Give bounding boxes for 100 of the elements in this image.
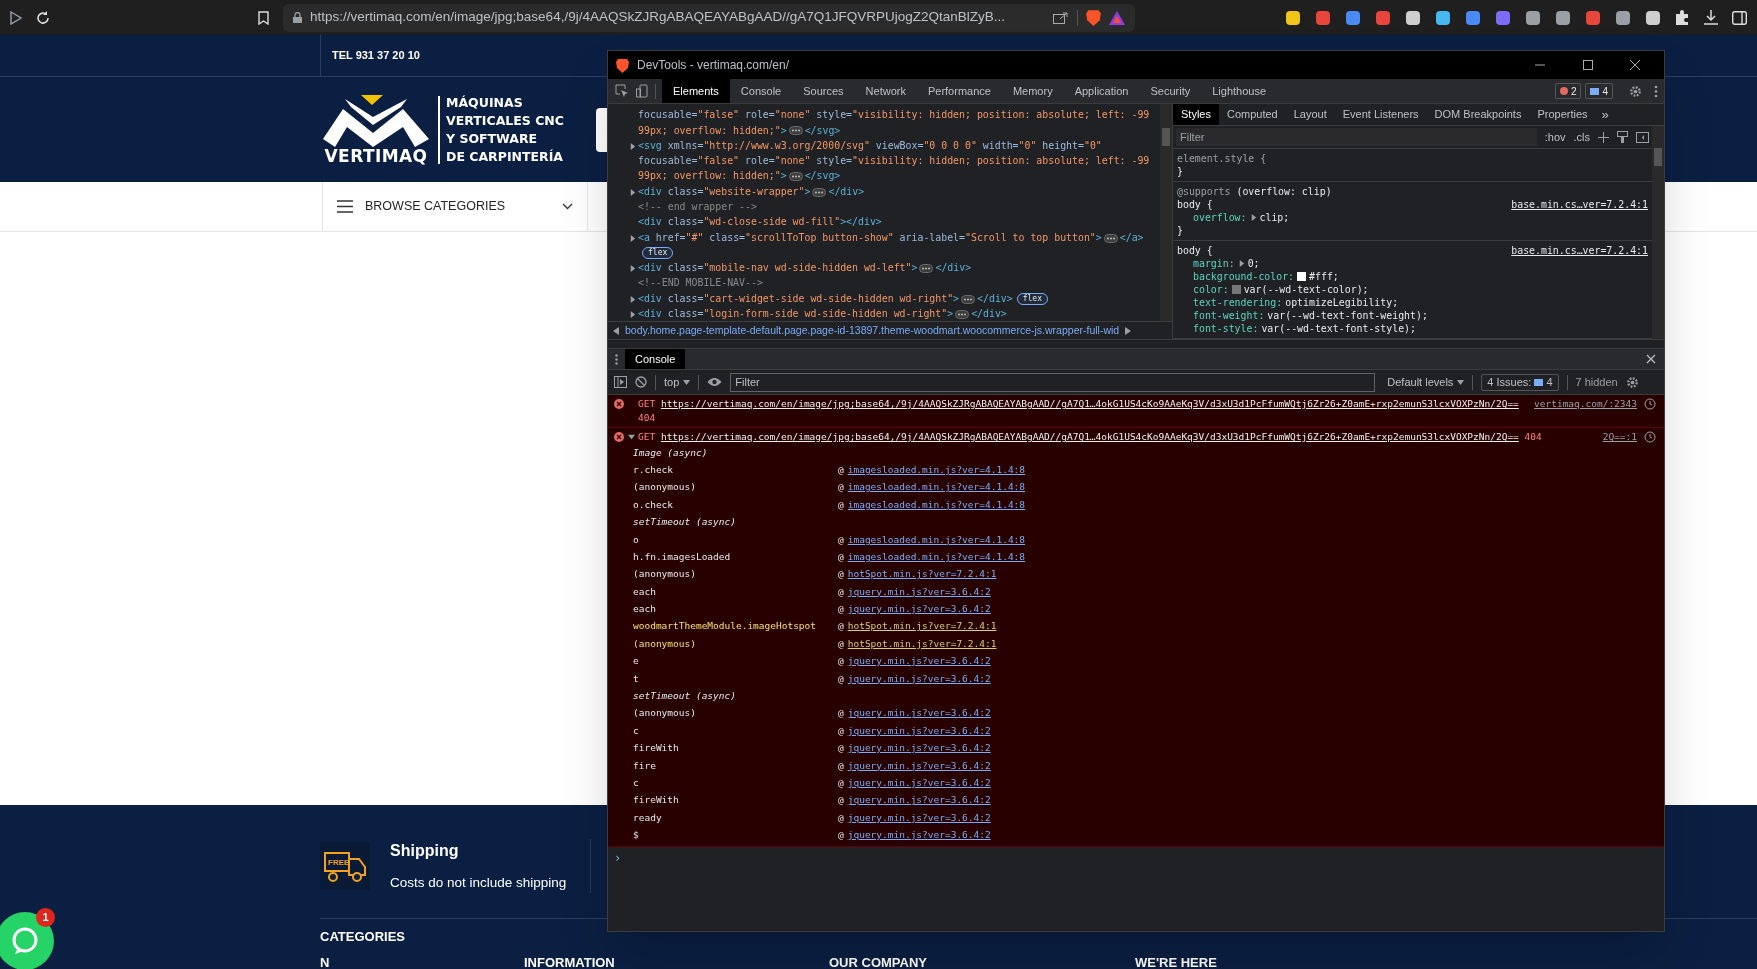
eye-icon[interactable] — [707, 377, 723, 387]
puzzle-icon[interactable] — [1675, 10, 1690, 25]
stack-source-link[interactable]: jquery.min.js?ver=3.6.4:2 — [847, 671, 991, 686]
extension-icon[interactable] — [1435, 9, 1451, 26]
collapsed-arrow-icon[interactable] — [628, 295, 636, 303]
devtools-tab[interactable]: Security — [1139, 79, 1202, 103]
stack-source-link[interactable]: jquery.min.js?ver=3.6.4:2 — [847, 654, 991, 669]
collapsed-arrow-icon[interactable] — [628, 265, 636, 273]
close-icon[interactable] — [1646, 354, 1656, 364]
source-link[interactable]: base.min.cs…ver=7.2.4:1 — [1511, 198, 1648, 211]
collapsed-arrow-icon[interactable] — [1249, 214, 1257, 221]
inspect-icon[interactable] — [615, 84, 629, 98]
message-count-badge[interactable]: 4 — [1585, 83, 1613, 99]
log-levels-dropdown[interactable]: Default levels — [1387, 373, 1465, 391]
hov-toggle[interactable]: :hov — [1544, 128, 1566, 146]
stack-source-link[interactable]: imagesloaded.min.js?ver=4.1.4:8 — [847, 497, 1026, 512]
styles-tab[interactable]: Layout — [1285, 104, 1335, 125]
source-link[interactable]: vertimaq.com/:2343 — [1534, 397, 1637, 411]
share-icon[interactable] — [1053, 11, 1069, 24]
stack-source-link[interactable]: jquery.min.js?ver=3.6.4:2 — [847, 706, 991, 721]
scroll-right-icon[interactable] — [1125, 326, 1132, 335]
logo-drawing[interactable] — [323, 94, 429, 147]
issues-button[interactable]: 4 Issues: 4 — [1481, 373, 1559, 391]
extension-icon[interactable] — [1285, 9, 1301, 26]
console-prompt[interactable]: › — [614, 851, 622, 865]
error-count-badge[interactable]: 2 — [1554, 83, 1582, 99]
ellipsis-icon[interactable] — [955, 310, 970, 319]
request-url-link[interactable]: https://vertimaq.com/en/image/jpg;base64,/9j/4AAQSkZJRgABAQEAYABgAAD//gA7Q1…4okG1US4cKo9AAeKq3V/d3xU3d1PcFfumWQtj6Zr26+Z0amE+rxp2emunS3lcxVOXPzNn/2Q== — [660, 398, 1519, 409]
ellipsis-icon[interactable] — [788, 172, 803, 182]
expanded-arrow-icon[interactable] — [627, 433, 635, 440]
forward-icon[interactable] — [10, 10, 22, 25]
stack-source-link[interactable]: hotSpot.min.js?ver=7.2.4:1 — [847, 567, 997, 582]
context-dropdown[interactable]: top — [664, 373, 691, 391]
stack-source-link[interactable]: imagesloaded.min.js?ver=4.1.4:8 — [847, 480, 1026, 495]
devtools-tab[interactable]: Elements — [662, 79, 730, 103]
ellipsis-icon[interactable] — [919, 264, 934, 274]
color-swatch[interactable] — [1231, 285, 1241, 294]
stack-source-link[interactable]: jquery.min.js?ver=3.6.4:2 — [847, 602, 991, 617]
source-link[interactable]: 2Q==:1 — [1602, 430, 1637, 444]
drawer-menu-icon[interactable] — [615, 353, 618, 365]
stack-source-link[interactable]: hotSpot.min.js?ver=7.2.4:1 — [847, 636, 997, 652]
stack-source-link[interactable]: jquery.min.js?ver=3.6.4:2 — [847, 828, 991, 843]
reload-icon[interactable] — [36, 10, 50, 25]
ellipsis-icon[interactable] — [788, 126, 803, 136]
search-field[interactable] — [595, 107, 608, 152]
stack-source-link[interactable]: jquery.min.js?ver=3.6.4:2 — [847, 776, 991, 791]
styles-tab[interactable]: Properties — [1529, 104, 1596, 125]
devtools-tab[interactable]: Lighthouse — [1201, 79, 1278, 103]
more-icon[interactable] — [1654, 84, 1658, 98]
stack-source-link[interactable]: imagesloaded.min.js?ver=4.1.4:8 — [847, 532, 1026, 547]
clear-icon[interactable] — [635, 376, 647, 388]
more-tabs-button[interactable]: » — [1595, 104, 1615, 125]
stack-source-link[interactable]: jquery.min.js?ver=3.6.4:2 — [847, 810, 991, 825]
address-bar[interactable]: https://vertimaq.com/en/image/jpg;base64,/9j/4AAQSkZJRgABAQEAYABgAAD//gA7Q1JFQVRPUjogZ2QtanBlZyB... — [283, 3, 1135, 32]
collapsed-arrow-icon[interactable] — [628, 142, 636, 150]
devtools-tab[interactable]: Performance — [916, 79, 1002, 103]
extension-icon[interactable] — [1615, 9, 1631, 26]
devtools-tab[interactable]: Application — [1063, 79, 1140, 103]
settings-icon[interactable] — [1625, 375, 1639, 389]
cls-toggle[interactable]: .cls — [1573, 128, 1590, 146]
devtools-tab[interactable]: Memory — [1001, 79, 1064, 103]
triangle-icon[interactable] — [1109, 10, 1125, 25]
scroll-left-icon[interactable] — [613, 326, 619, 335]
extension-icon[interactable] — [1645, 9, 1661, 26]
ellipsis-icon[interactable] — [1103, 233, 1118, 243]
flex-badge[interactable]: flex — [642, 247, 674, 260]
browse-categories-button[interactable]: BROWSE CATEGORIES — [322, 182, 588, 231]
styles-tab[interactable]: Event Listeners — [1334, 104, 1427, 125]
extension-icon[interactable] — [1525, 9, 1541, 26]
ellipsis-icon[interactable] — [961, 294, 976, 304]
sidebar-toggle-icon[interactable] — [1636, 131, 1649, 143]
source-link[interactable]: base.min.cs…ver=7.2.4:1 — [1511, 244, 1648, 257]
devtools-tab[interactable]: Network — [854, 79, 917, 103]
breadcrumb-link[interactable]: body.home.page-template-default.page.page-id-13897.theme-woodmart.woocommerce-js.wrapper-full-wid — [625, 322, 1120, 339]
stack-source-link[interactable]: jquery.min.js?ver=3.6.4:2 — [847, 723, 991, 739]
collapsed-arrow-icon[interactable] — [628, 188, 636, 196]
collapsed-arrow-icon[interactable] — [1237, 260, 1245, 267]
devtools-tab[interactable]: Console — [729, 79, 793, 103]
stack-source-link[interactable]: jquery.min.js?ver=3.6.4:2 — [847, 584, 991, 599]
stack-source-link[interactable]: hotSpot.min.js?ver=7.2.4:1 — [847, 619, 997, 634]
request-url-link[interactable]: https://vertimaq.com/en/image/jpg;base64,/9j/4AAQSkZJRgABAQEAYABgAAD//gA7Q1…4okG1US4cKo9AAeKq3V/d3xU3d1PcFfumWQtj6Zr26+Z0amE+rxp2emunS3lcxVOXPzNn/2Q== — [660, 431, 1519, 442]
ellipsis-icon[interactable] — [812, 187, 827, 197]
device-icon[interactable] — [636, 84, 648, 98]
extension-icon[interactable] — [1345, 9, 1361, 26]
bookmark-icon[interactable] — [258, 10, 269, 25]
collapsed-arrow-icon[interactable] — [628, 311, 636, 318]
styles-tab[interactable]: DOM Breakpoints — [1426, 104, 1530, 125]
extension-icon[interactable] — [1555, 9, 1571, 26]
extension-icon[interactable] — [1405, 9, 1421, 26]
extension-icon[interactable] — [1465, 9, 1481, 26]
filter-field[interactable]: Filter — [1176, 128, 1537, 146]
stack-source-link[interactable]: imagesloaded.min.js?ver=4.1.4:8 — [847, 549, 1026, 565]
collapsed-arrow-icon[interactable] — [628, 234, 636, 242]
sidebar-icon[interactable] — [614, 376, 627, 388]
settings-icon[interactable] — [1629, 84, 1642, 98]
stack-source-link[interactable]: imagesloaded.min.js?ver=4.1.4:8 — [847, 462, 1026, 478]
paint-roller-icon[interactable] — [1617, 131, 1628, 143]
console-tab[interactable]: Console — [625, 349, 686, 369]
styles-tab[interactable]: Styles — [1173, 104, 1219, 125]
stack-source-link[interactable]: jquery.min.js?ver=3.6.4:2 — [847, 741, 991, 756]
